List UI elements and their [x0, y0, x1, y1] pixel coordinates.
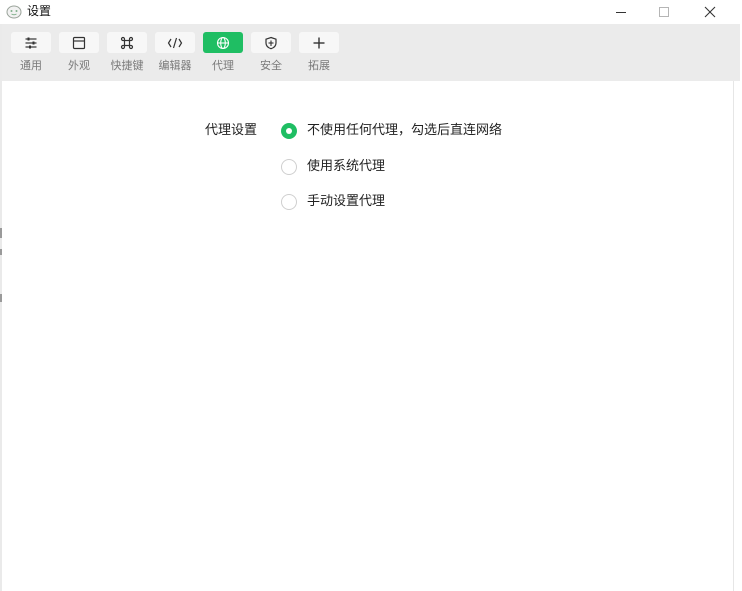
close-icon	[704, 6, 716, 18]
proxy-option-system[interactable]: 使用系统代理	[281, 159, 541, 177]
proxy-option-none[interactable]: 不使用任何代理，勾选后直连网络	[281, 123, 541, 141]
minimize-icon	[616, 12, 626, 13]
sliders-icon	[25, 37, 37, 48]
close-button[interactable]	[687, 0, 733, 24]
proxy-option-system-label: 使用系统代理	[307, 159, 386, 174]
radio-manual-proxy[interactable]	[281, 194, 297, 210]
tab-appearance-label: 外观	[68, 59, 90, 72]
tab-general[interactable]: 通用	[7, 24, 55, 81]
settings-toolbar: 通用 外观 快捷键 编辑器 代理 安全 拓展	[2, 24, 740, 81]
tab-extensions-button[interactable]	[299, 32, 339, 53]
tab-extensions[interactable]: 拓展	[295, 24, 343, 81]
tab-editor-button[interactable]	[155, 32, 195, 53]
tab-proxy[interactable]: 代理	[199, 24, 247, 81]
tab-appearance-button[interactable]	[59, 32, 99, 53]
proxy-option-manual-label: 手动设置代理	[307, 194, 386, 209]
tab-shortcuts-label: 快捷键	[110, 59, 144, 72]
tab-security-button[interactable]	[251, 32, 291, 53]
tab-shortcuts-button[interactable]	[107, 32, 147, 53]
minimize-button[interactable]	[598, 0, 644, 24]
tab-editor-label: 编辑器	[158, 59, 192, 72]
tab-shortcuts[interactable]: 快捷键	[103, 24, 151, 81]
proxy-option-none-label: 不使用任何代理，勾选后直连网络	[307, 123, 503, 138]
maximize-button[interactable]	[641, 0, 687, 24]
tab-security-label: 安全	[260, 59, 282, 72]
tab-appearance[interactable]: 外观	[55, 24, 103, 81]
radio-no-proxy[interactable]	[281, 123, 297, 139]
tab-general-label: 通用	[20, 59, 42, 72]
proxy-option-manual[interactable]: 手动设置代理	[281, 194, 541, 212]
tab-proxy-label: 代理	[212, 59, 234, 72]
panel-right-border	[733, 81, 734, 591]
tab-extensions-label: 拓展	[308, 59, 330, 72]
shield-icon	[265, 36, 277, 49]
command-key-icon	[120, 36, 134, 49]
proxy-settings-label: 代理设置	[205, 123, 258, 138]
title-bar: 设置	[0, 0, 742, 24]
radio-system-proxy[interactable]	[281, 159, 297, 175]
tab-general-button[interactable]	[11, 32, 51, 53]
maximize-icon	[659, 7, 669, 17]
window-icon	[72, 36, 86, 49]
app-logo-icon	[6, 4, 22, 20]
globe-icon	[216, 36, 230, 49]
settings-window: 设置 通用 外观 快捷键 编辑器 代理 安全 拓展 代理设置 不使用任何代理，勾…	[0, 0, 742, 591]
tab-proxy-button[interactable]	[203, 32, 243, 53]
tab-security[interactable]: 安全	[247, 24, 295, 81]
proxy-settings-panel: 代理设置 不使用任何代理，勾选后直连网络 使用系统代理 手动设置代理	[2, 81, 733, 591]
plus-icon	[313, 37, 325, 48]
tab-editor[interactable]: 编辑器	[151, 24, 199, 81]
window-title: 设置	[27, 4, 52, 18]
code-icon	[167, 37, 183, 48]
